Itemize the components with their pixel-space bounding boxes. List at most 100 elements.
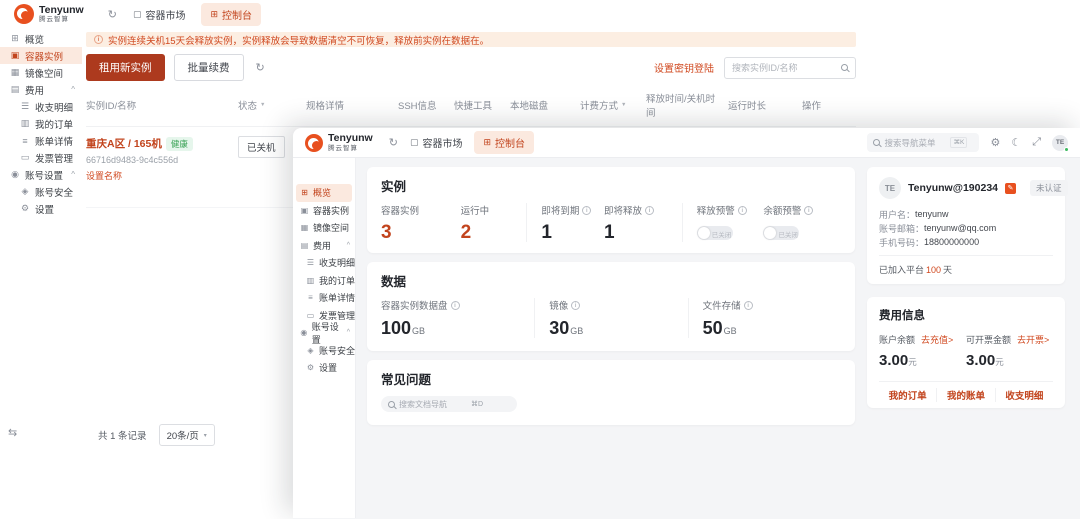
sidebar-item-my-orders[interactable]: ▥ 我的订单 bbox=[0, 115, 82, 132]
fullscreen-icon[interactable]: ⤢ bbox=[1032, 136, 1041, 149]
sidebar-item-overview[interactable]: ⊞ 概览 bbox=[0, 30, 82, 47]
invoice-amount: 3.00 bbox=[966, 352, 995, 369]
sidebar-item-my-orders[interactable]: ▥ 我的订单 bbox=[293, 272, 355, 290]
sidebar-group-account[interactable]: ◉ 账号设置 ^ bbox=[293, 324, 355, 342]
set-name-link[interactable]: 设置名称 bbox=[86, 169, 232, 182]
user-field-email: 账号邮箱：tenyunw@qq.com bbox=[879, 221, 1053, 235]
sidebar-item-invoices[interactable]: ▭ 发票管理 bbox=[0, 149, 82, 166]
account-name: Tenyunw@190234 bbox=[908, 182, 998, 194]
nav-search-input[interactable] bbox=[884, 138, 946, 148]
notice-text: 实例连续关机15天会释放实例，实例释放会导致数据清空不可恢复，释放前实例在数据在… bbox=[108, 33, 489, 47]
gear-icon[interactable]: ⚙ bbox=[990, 136, 1000, 149]
sidebar-group-account[interactable]: ◉ 账号设置 ^ bbox=[0, 166, 82, 183]
tab-console[interactable]: ⊞ 控制台 bbox=[474, 131, 534, 154]
info-icon[interactable]: i bbox=[744, 301, 753, 310]
sidebar-item-income-details[interactable]: ☰ 收支明细 bbox=[0, 98, 82, 115]
info-icon: i bbox=[94, 35, 103, 44]
invoices-icon: ▭ bbox=[306, 311, 315, 320]
info-icon[interactable]: i bbox=[738, 206, 747, 215]
balance-alert: 余额预警 i 已关闭 bbox=[763, 203, 841, 242]
billing-filter[interactable]: 计费方式 ▼ bbox=[580, 91, 646, 119]
rent-new-instance-button[interactable]: 租用新实例 bbox=[86, 54, 165, 81]
my-orders-icon: ▥ bbox=[20, 118, 30, 129]
sidebar-collapse-icon[interactable]: ⇆ bbox=[8, 426, 17, 439]
page-size-select[interactable]: 20条/页 ▾ bbox=[159, 424, 215, 446]
user-field-username: 用户名：tenyunw bbox=[879, 207, 1053, 221]
tab-console[interactable]: ⊞ 控制台 bbox=[201, 3, 261, 26]
back-topbar: Tenyunw 腾云智算 ↻ ▢ 容器市场 ⊞ 控制台 bbox=[0, 0, 800, 28]
user-card: TE Tenyunw@190234 ✎ 未认证 用户名：tenyunw 账号邮箱 bbox=[867, 167, 1065, 284]
sidebar-item-instances[interactable]: ▣ 容器实例 bbox=[293, 202, 355, 220]
caret-down-icon: ▾ bbox=[204, 432, 207, 439]
dark-mode-icon[interactable]: ☾ bbox=[1011, 136, 1021, 149]
front-topbar: Tenyunw 腾云智算 ↻ ▢ 容器市场 ⊞ 控制台 ⌘K ⚙ ☾ bbox=[293, 128, 1080, 158]
invoice-link[interactable]: 去开票> bbox=[1017, 333, 1049, 346]
sidebar-item-income-details[interactable]: ☰ 收支明细 bbox=[293, 254, 355, 272]
my-orders-link[interactable]: 我的订单 bbox=[879, 388, 936, 402]
bill-details-icon: ≡ bbox=[306, 293, 315, 302]
market-icon: ▢ bbox=[410, 137, 419, 148]
settings-icon: ⚙ bbox=[20, 203, 30, 214]
info-icon[interactable]: i bbox=[582, 206, 591, 215]
shortcut-badge: ⌘K bbox=[950, 137, 967, 148]
record-count: 共 1 条记录 bbox=[98, 428, 147, 442]
data-item-images: 镜像 i 30GB bbox=[534, 298, 687, 338]
sidebar-item-settings[interactable]: ⚙ 设置 bbox=[0, 200, 82, 217]
faq-search-input[interactable] bbox=[399, 400, 465, 409]
filter-icon: ▼ bbox=[621, 102, 626, 108]
info-icon[interactable]: i bbox=[451, 301, 460, 310]
refresh-icon[interactable]: ↻ bbox=[389, 136, 398, 149]
brand-name: Tenyunw bbox=[328, 133, 373, 144]
edit-icon[interactable]: ✎ bbox=[1005, 183, 1016, 194]
sidebar-item-overview[interactable]: ⊞ 概览 bbox=[296, 184, 352, 202]
refresh-icon[interactable]: ↻ bbox=[108, 8, 117, 21]
brand: Tenyunw 腾云智算 bbox=[305, 133, 373, 152]
instance-name[interactable]: 重庆A区 / 165机 bbox=[86, 136, 162, 151]
instance-search-box[interactable] bbox=[724, 57, 856, 79]
sidebar-group-billing[interactable]: ▤ 费用 ^ bbox=[293, 237, 355, 255]
overview-icon: ⊞ bbox=[10, 33, 20, 44]
release-alert-toggle[interactable]: 已关闭 bbox=[697, 226, 733, 240]
balance-alert-toggle[interactable]: 已关闭 bbox=[763, 226, 799, 240]
info-icon[interactable]: i bbox=[804, 206, 813, 215]
console-icon: ⊞ bbox=[210, 9, 218, 20]
income-details-link[interactable]: 收支明细 bbox=[996, 388, 1053, 402]
refresh-icon[interactable]: ↻ bbox=[256, 61, 265, 74]
instance-search-input[interactable] bbox=[732, 63, 837, 73]
info-icon[interactable]: i bbox=[645, 206, 654, 215]
stat-value: 1 bbox=[604, 223, 676, 242]
filter-icon: ▼ bbox=[260, 102, 265, 108]
my-bills-link[interactable]: 我的账单 bbox=[936, 388, 995, 402]
card-title: 实例 bbox=[381, 176, 841, 195]
sidebar-item-settings[interactable]: ⚙ 设置 bbox=[293, 359, 355, 377]
chevron-up-icon: ^ bbox=[347, 329, 350, 336]
sidebar-item-bill-details[interactable]: ≡ 账单详情 bbox=[0, 132, 82, 149]
stat-running: 运行中 2 bbox=[461, 203, 527, 242]
sidebar-item-bill-details[interactable]: ≡ 账单详情 bbox=[293, 289, 355, 307]
set-key-login-link[interactable]: 设置密钥登陆 bbox=[654, 60, 714, 75]
batch-renew-button[interactable]: 批量续费 bbox=[174, 54, 244, 81]
recharge-link[interactable]: 去充值> bbox=[921, 333, 953, 346]
instances-icon: ▣ bbox=[300, 206, 309, 215]
card-title: 常见问题 bbox=[381, 369, 841, 388]
search-icon bbox=[388, 401, 395, 408]
sidebar-item-images[interactable]: ▦ 镜像空间 bbox=[293, 219, 355, 237]
status-filter[interactable]: 状态 ▼ bbox=[238, 91, 306, 119]
sidebar-item-instances[interactable]: ▣ 容器实例 bbox=[0, 47, 82, 64]
online-status-dot bbox=[1064, 147, 1069, 152]
brand-subtitle: 腾云智算 bbox=[39, 17, 84, 24]
tab-container-market[interactable]: ▢ 容器市场 bbox=[410, 135, 463, 150]
sidebar-group-billing[interactable]: ▤ 费用 ^ bbox=[0, 81, 82, 98]
nav-search-box[interactable]: ⌘K bbox=[867, 133, 979, 152]
billing-icon: ▤ bbox=[10, 84, 20, 95]
sidebar-item-images[interactable]: ▦ 镜像空间 bbox=[0, 64, 82, 81]
faq-search-box[interactable]: ⌘D bbox=[381, 396, 517, 412]
info-icon[interactable]: i bbox=[571, 301, 580, 310]
tab-container-market[interactable]: ▢ 容器市场 bbox=[133, 7, 186, 22]
sidebar-item-account-security[interactable]: ◈ 账号安全 bbox=[0, 183, 82, 200]
sidebar-item-account-security[interactable]: ◈ 账号安全 bbox=[293, 342, 355, 360]
balance-block: 账户余额 去充值> 3.00元 bbox=[879, 333, 966, 369]
brand-logo-icon bbox=[14, 4, 34, 24]
avatar[interactable]: TE bbox=[1052, 135, 1068, 151]
my-orders-icon: ▥ bbox=[306, 276, 315, 285]
